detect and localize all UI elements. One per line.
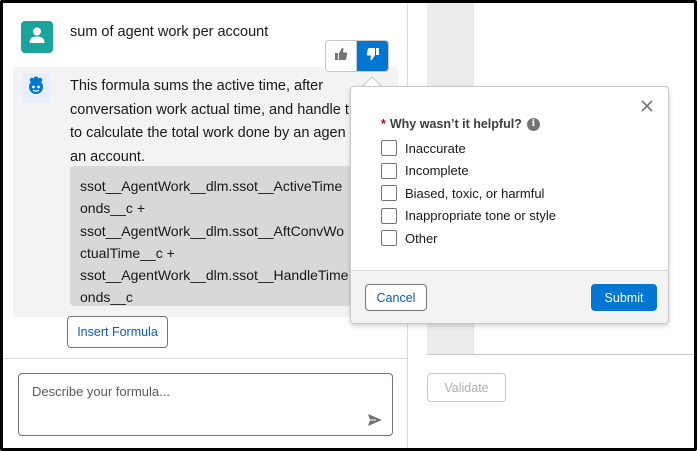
code-line: onds__c: [80, 289, 133, 306]
option-label: Inappropriate tone or style: [405, 208, 557, 224]
code-line: ssot__AgentWork__dlm.ssot__HandleTime: [80, 267, 349, 284]
option-label: Inaccurate: [405, 140, 466, 156]
divider: [3, 358, 407, 359]
editor-border: [427, 354, 694, 355]
checkbox[interactable]: [381, 230, 397, 247]
ai-response-line: to calculate the total work done by an a…: [70, 125, 346, 141]
feedback-question-label: Why wasn’t it helpful?: [389, 117, 522, 131]
option-label: Biased, toxic, or harmful: [405, 185, 545, 201]
feedback-option-other[interactable]: Other: [381, 227, 556, 250]
ai-response-line: This formula sums the active time, after: [70, 78, 324, 94]
code-line: ssot__AgentWork__dlm.ssot__ActiveTime: [80, 178, 343, 194]
feedback-options: Inaccurate Incomplete Biased, toxic, or …: [381, 137, 556, 250]
close-icon[interactable]: [640, 99, 654, 113]
send-icon[interactable]: [367, 413, 383, 427]
code-line: ssot__AgentWork__dlm.ssot__AftConvWo: [80, 222, 345, 239]
feedback-popover: * Why wasn’t it helpful? i Inaccurate In…: [350, 86, 669, 324]
formula-builder-window: sum of agent work per account This formu…: [0, 0, 697, 451]
feedback-question: * Why wasn’t it helpful? i: [381, 117, 540, 131]
feedback-option-incomplete[interactable]: Incomplete: [381, 160, 556, 183]
required-marker: *: [381, 117, 386, 131]
thumbs-up-icon: [334, 47, 348, 66]
submit-button[interactable]: Submit: [591, 284, 657, 311]
thumbs-up-button[interactable]: [326, 41, 358, 71]
user-avatar: [21, 21, 53, 53]
checkbox[interactable]: [381, 140, 397, 157]
checkbox[interactable]: [381, 162, 397, 179]
describe-formula-input[interactable]: Describe your formula...: [18, 373, 393, 436]
cancel-button[interactable]: Cancel: [365, 284, 427, 311]
info-icon[interactable]: i: [526, 117, 540, 131]
code-line: onds__c +: [80, 200, 145, 217]
code-line: ctualTime__c +: [80, 244, 175, 261]
insert-formula-button[interactable]: Insert Formula: [67, 316, 168, 348]
ai-response-line: conversation work actual time, and handl…: [70, 101, 349, 118]
thumbs-down-icon: [366, 47, 380, 66]
popover-footer: Cancel Submit: [351, 270, 668, 323]
formula-code-block: ssot__AgentWork__dlm.ssot__ActiveTimeond…: [70, 166, 390, 306]
option-label: Other: [405, 230, 438, 246]
feedback-option-inappropriate-tone[interactable]: Inappropriate tone or style: [381, 205, 556, 228]
user-icon: [28, 26, 46, 49]
feedback-option-biased[interactable]: Biased, toxic, or harmful: [381, 182, 556, 205]
user-message: sum of agent work per account: [70, 24, 269, 40]
feedback-button-group: [325, 40, 389, 72]
option-label: Incomplete: [405, 163, 469, 179]
thumbs-down-button[interactable]: [357, 41, 388, 71]
checkbox[interactable]: [381, 207, 397, 224]
describe-formula-placeholder: Describe your formula...: [32, 384, 170, 399]
checkbox[interactable]: [381, 185, 397, 202]
validate-button[interactable]: Validate: [427, 373, 506, 402]
ai-response-text: This formula sums the active time, after…: [70, 75, 360, 169]
einstein-bot-icon: [26, 76, 46, 101]
bot-avatar: [21, 73, 51, 103]
feedback-option-inaccurate[interactable]: Inaccurate: [381, 137, 556, 160]
